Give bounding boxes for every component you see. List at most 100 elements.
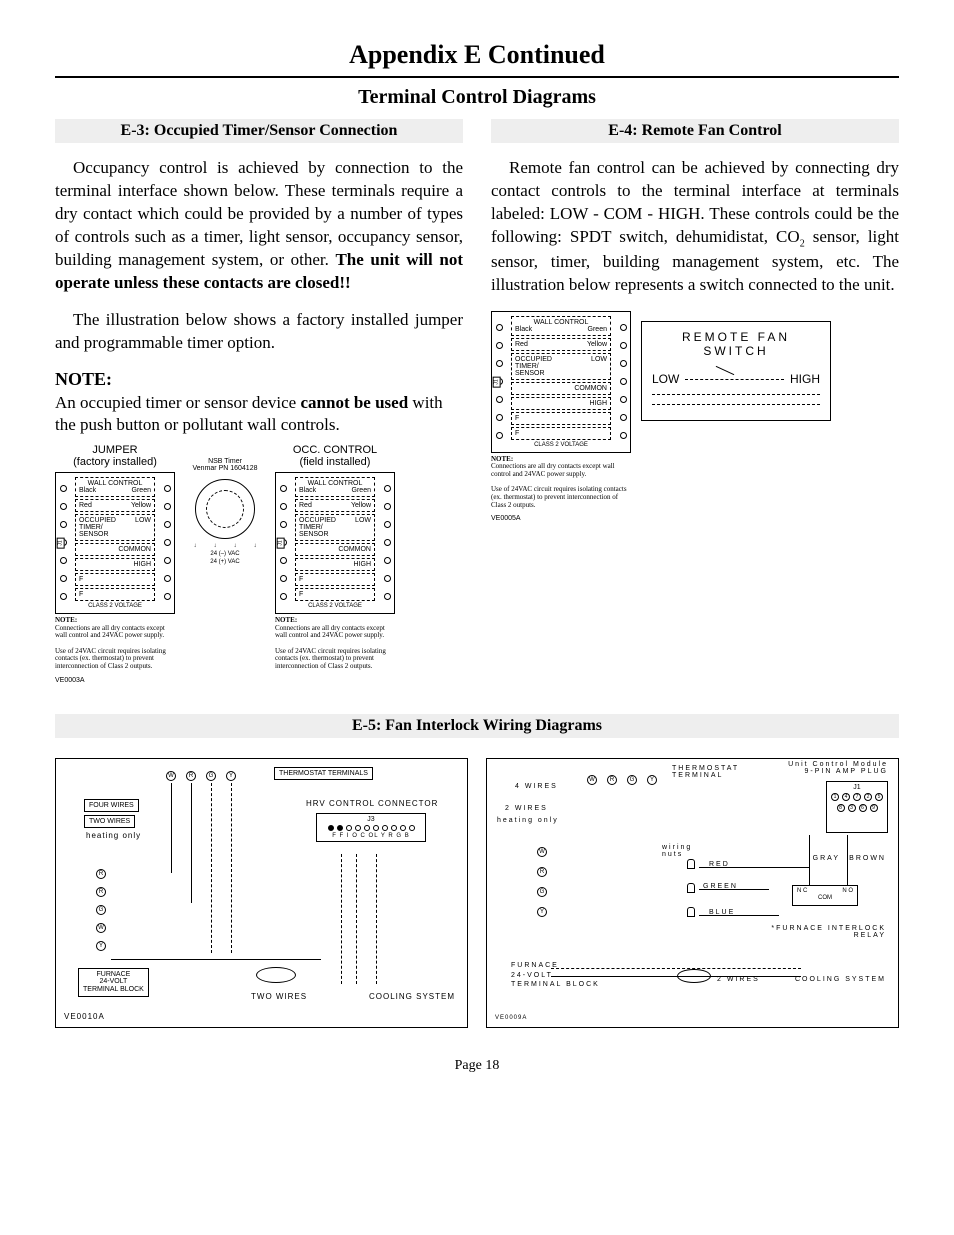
j3-label: J3 [321,816,421,823]
rscrew-g: G [627,775,637,785]
timer-leg-b: 24 (+) VAC [210,559,239,565]
timer-icon [195,479,255,539]
screw-r: R [186,771,196,781]
heating-l: heating only [86,831,141,840]
brown-r: BROWN [849,855,886,862]
thermo-label-l: THERMOSTAT TERMINALS [274,767,373,780]
jumper-label-2: (factory installed) [55,456,175,468]
tb-high-l: HIGH [75,558,155,571]
furn3-l: TERMINAL BLOCK [83,986,144,994]
tb-low-e4: LOW [591,356,607,377]
tbn-1-e4: Connections are all dry contacts except … [491,463,631,478]
cooling-l: COOLING SYSTEM [369,992,455,1001]
tb-note-l: NOTE: Connections are all dry contacts e… [55,617,175,671]
four-r: 4 WIRES [515,783,558,790]
tb-black-e4: Black [515,326,532,333]
tb-class2-e4: CLASS 2 VOLTAGE [511,442,611,448]
com-r: COM [797,895,853,903]
occ-label-2: (field installed) [275,456,395,468]
e3-note-head: NOTE: [55,369,463,390]
fscrew-r: R [96,869,106,879]
timer-cap-2: Venmar PN 1604128 [185,465,265,473]
terminal-block-left: J1 WALL CONTROLBlackGreen RedYellow OCCU… [55,472,175,614]
jumper-label-1: JUMPER [55,444,175,456]
tb-class2-l: CLASS 2 VOLTAGE [75,603,155,609]
tb-green-r: Green [352,487,371,494]
occ-label-1: OCC. CONTROL [275,444,395,456]
fig-r: VE0009A [495,1015,527,1021]
rs-track-2 [652,404,820,406]
e3-para2-text: The illustration below shows a factory i… [55,309,463,355]
e3-note-body: An occupied timer or sensor device canno… [55,392,463,436]
tb-red-r: Red [299,502,312,509]
furn3-r: TERMINAL BLOCK [511,980,600,989]
tb-red-l: Red [79,502,92,509]
tb-wall-r: WALL CONTROL [299,480,371,487]
fscrew-y: Y [96,941,106,951]
rscrew-r: R [607,775,617,785]
tb-common-r: COMMON [295,543,375,556]
tb-note-e4: NOTE: Connections are all dry contacts e… [491,456,631,510]
e5-heading: E-5: Fan Interlock Wiring Diagrams [55,714,899,738]
nc-r: N C [797,888,807,896]
e5-diagram-right: W R G Y THERMOSTAT TERMINAL Unit Control… [486,758,899,1028]
tb-yellow-e4: Yellow [587,341,607,348]
columns-e3-e4: E-3: Occupied Timer/Sensor Connection Oc… [55,119,899,684]
e3-diagram-timer: NSB Timer Venmar PN 1604128 ↓↓↓↓ 24 (–) … [185,444,265,684]
tb-class2-r: CLASS 2 VOLTAGE [295,603,375,609]
j1-label-left: J1 [57,537,65,548]
four-wires-l: FOUR WIRES [84,799,139,812]
rs-track-1 [652,394,820,396]
page-subtitle: Terminal Control Diagrams [55,86,899,109]
e3-para2: The illustration below shows a factory i… [55,309,463,355]
timer-cap-1: NSB Timer [185,458,265,466]
terminal-block-e4: J1 WALL CONTROLBlackGreen RedYellow OCCU… [491,311,631,453]
e3-diagram-jumper: JUMPER (factory installed) J1 WALL CONTR… [55,444,175,684]
furn1-l: FURNACE [83,971,144,979]
terminal-block-right: J1 WALL CONTROLBlackGreen RedYellow OCCU… [275,472,395,614]
tbn-2-l: Use of 24VAC circuit requires isolating … [55,648,175,671]
furn2-l: 24-VOLT [83,978,144,986]
tb-f1-e4: F [511,412,611,425]
e5-diagram-left: W R G Y THERMOSTAT TERMINALS FOUR WIRES … [55,758,468,1028]
tb-occ-l: OCCUPIED TIMER/ SENSOR [79,517,108,538]
rs-low: LOW [652,372,679,386]
screw-y: Y [226,771,236,781]
two-wires-l: TWO WIRES [84,815,135,828]
furn1-r: FURNACE [511,961,600,970]
fig-left: VE0003A [55,677,175,684]
fscrew-g: G [96,905,106,915]
screw-g: G [206,771,216,781]
tb-f1-r: F [295,573,375,586]
page-footer: Page 18 [55,1058,899,1074]
timer-leg-a: 24 (–) VAC [210,551,239,557]
cooling-r: COOLING SYSTEM [795,976,886,983]
rs-swline [685,379,784,380]
fscrew-w: W [96,923,106,933]
tb-yellow-l: Yellow [131,502,151,509]
fig-l: VE0010A [64,1012,105,1021]
two-r: 2 WIRES [505,805,548,812]
tb-note-r: NOTE: Connections are all dry contacts e… [275,617,395,671]
hrv-label: HRV CONTROL CONNECTOR [306,799,438,808]
tb-yellow-r: Yellow [351,502,371,509]
tb-occ-r: OCCUPIED TIMER/ SENSOR [299,517,328,538]
rs-high: HIGH [790,372,820,386]
tb-low-l: LOW [135,517,151,538]
fig-e4: VE0005A [491,515,631,522]
screw-w: W [166,771,176,781]
nuts-r: wiring nuts [662,844,702,858]
e4-diagram-wrap: J1 WALL CONTROLBlackGreen RedYellow OCCU… [491,311,899,523]
heating-r: heating only [497,817,559,824]
tb-high-r: HIGH [295,558,375,571]
tb-green-l: Green [132,487,151,494]
col-e3: E-3: Occupied Timer/Sensor Connection Oc… [55,119,463,684]
tbn-1-l: Connections are all dry contacts except … [55,625,175,640]
j1-r: J1 [831,784,883,791]
tb-wall-e4: WALL CONTROL [515,319,607,326]
e3-note-b: cannot be used [300,393,408,412]
page-title: Appendix E Continued [55,40,899,78]
tb-high-e4: HIGH [511,397,611,410]
no-r: N O [842,888,853,896]
j1-label-right: J1 [277,537,285,548]
